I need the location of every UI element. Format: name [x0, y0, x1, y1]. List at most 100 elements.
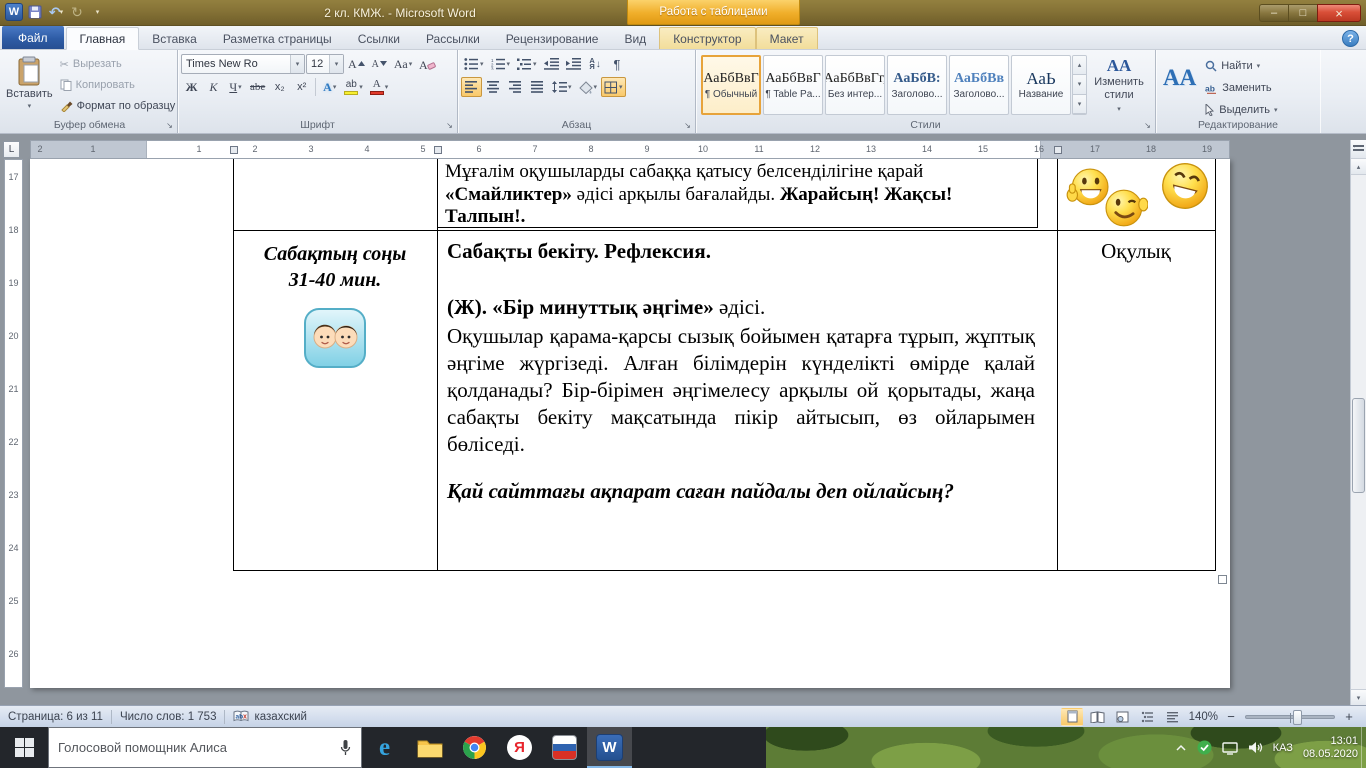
clipboard-dialog-launcher[interactable]: ↘ [164, 120, 175, 131]
tab-insert[interactable]: Вставка [139, 28, 210, 49]
find-button[interactable]: Найти ▾ [1201, 56, 1281, 76]
font-dialog-launcher[interactable]: ↘ [444, 120, 455, 131]
clear-formatting-button[interactable]: А [416, 54, 439, 74]
microphone-icon[interactable] [339, 739, 352, 756]
draft-view-button[interactable] [1161, 708, 1183, 726]
align-left-button[interactable] [461, 77, 482, 97]
show-desktop-button[interactable] [1361, 727, 1366, 768]
scrollbar-thumb[interactable] [1352, 398, 1365, 493]
bold-button[interactable]: Ж [181, 77, 202, 97]
bullets-button[interactable]: ▾ [461, 54, 487, 74]
antivirus-shield-icon[interactable] [1197, 740, 1212, 755]
table-column-marker[interactable] [434, 146, 442, 154]
format-painter-button[interactable]: Формат по образцу [56, 96, 180, 116]
scroll-down-button[interactable]: ▾ [1351, 689, 1366, 705]
style-heading2[interactable]: АаБбВв Заголово... [949, 55, 1009, 115]
decrease-indent-button[interactable] [541, 54, 562, 74]
style-title[interactable]: АаЬ Название [1011, 55, 1071, 115]
borders-button[interactable]: ▾ [601, 77, 626, 97]
style-table-paragraph[interactable]: АаБбВвГ ¶ Table Pa... [763, 55, 823, 115]
taskbar-chrome-button[interactable] [452, 727, 497, 768]
hidden-icons-chevron[interactable] [1175, 744, 1187, 752]
strikethrough-button[interactable]: abe [247, 77, 268, 97]
start-button[interactable] [0, 727, 48, 768]
taskbar-explorer-button[interactable] [407, 727, 452, 768]
copy-button[interactable]: Копировать [56, 75, 180, 95]
zoom-in-button[interactable]: + [1342, 709, 1356, 724]
tab-stop-selector[interactable]: L [3, 141, 20, 158]
underline-button[interactable]: Ч▾ [225, 77, 246, 97]
tab-page-layout[interactable]: Разметка страницы [210, 28, 345, 49]
tab-view[interactable]: Вид [611, 28, 659, 49]
select-button[interactable]: Выделить ▾ [1201, 100, 1281, 120]
multilevel-list-button[interactable]: ▾ [514, 54, 540, 74]
qat-customize-button[interactable]: ▾ [89, 2, 107, 22]
line-spacing-button[interactable]: ▾ [549, 77, 575, 97]
vertical-scrollbar[interactable]: ▴ ▾ [1350, 140, 1366, 705]
superscript-button[interactable]: x² [291, 77, 312, 97]
question-line[interactable]: Қай сайттағы ақпарат саған пайдалы деп о… [447, 479, 954, 504]
numbering-button[interactable]: 123▾ [488, 54, 514, 74]
tab-mailings[interactable]: Рассылки [413, 28, 493, 49]
minimize-button[interactable]: – [1259, 4, 1288, 22]
page-indicator[interactable]: Страница: 6 из 11 [0, 706, 111, 727]
taskbar-app-button[interactable] [542, 727, 587, 768]
style-normal[interactable]: АаБбВвГ ¶ Обычный [701, 55, 761, 115]
justify-button[interactable] [527, 77, 548, 97]
zoom-out-button[interactable]: − [1224, 709, 1238, 724]
resources-cell[interactable]: Оқулық [1058, 239, 1214, 264]
network-icon[interactable] [1222, 741, 1238, 755]
taskbar-word-button[interactable]: W [587, 727, 632, 768]
stage-cell[interactable]: Сабақтың соңы 31-40 мин. [234, 241, 436, 376]
print-layout-view-button[interactable] [1061, 708, 1083, 726]
table-border[interactable] [437, 159, 438, 571]
subscript-button[interactable]: x₂ [269, 77, 290, 97]
cut-button[interactable]: ✂ Вырезать [56, 54, 180, 74]
table-border[interactable] [1057, 159, 1058, 571]
outline-view-button[interactable] [1136, 708, 1158, 726]
align-center-button[interactable] [483, 77, 504, 97]
smiley-images[interactable] [1066, 159, 1221, 231]
taskbar-search[interactable]: Голосовой помощник Алиса [48, 727, 362, 768]
replace-button[interactable]: ab Заменить [1201, 78, 1281, 98]
taskbar-clock[interactable]: 13:01 08.05.2020 [1303, 735, 1358, 761]
scroll-up-button[interactable]: ▴ [1351, 159, 1366, 175]
tab-file[interactable]: Файл [2, 26, 64, 49]
body-paragraph[interactable]: Оқушылар қарама-қарсы сызық бойымен қата… [447, 323, 1035, 458]
highlight-button[interactable]: ab▾ [341, 77, 366, 97]
reflection-heading[interactable]: Сабақты бекіту. Рефлексия. [447, 239, 711, 264]
align-right-button[interactable] [505, 77, 526, 97]
italic-button[interactable]: К [203, 77, 224, 97]
language-switcher[interactable]: КАЗ [1273, 742, 1293, 754]
word-app-icon[interactable]: W [5, 3, 23, 21]
text-effects-button[interactable]: А▾ [319, 77, 340, 97]
method-line[interactable]: (Ж). «Бір минуттық әңгіме» әдісі. [447, 295, 765, 320]
table-resize-handle[interactable] [1218, 575, 1227, 584]
shrink-font-button[interactable]: А [369, 54, 390, 74]
tab-table-layout[interactable]: Макет [756, 27, 818, 49]
document-page[interactable]: Мұғалім оқушыларды сабаққа қатысу белсен… [30, 159, 1230, 688]
show-marks-button[interactable]: ¶ [607, 54, 628, 74]
taskbar-ie-button[interactable]: e [362, 727, 407, 768]
zoom-slider-thumb[interactable] [1293, 710, 1302, 725]
table-column-marker[interactable] [230, 146, 238, 154]
font-name-combo[interactable]: Times New Ro ▾ [181, 54, 305, 74]
maximize-button[interactable]: □ [1288, 4, 1317, 22]
taskbar-yandex-button[interactable]: Я [497, 727, 542, 768]
shading-button[interactable]: ▾ [576, 77, 601, 97]
word-count[interactable]: Число слов: 1 753 [112, 706, 225, 727]
save-button[interactable] [26, 2, 44, 22]
volume-icon[interactable] [1248, 741, 1263, 754]
tab-review[interactable]: Рецензирование [493, 28, 612, 49]
grow-font-button[interactable]: А [345, 54, 368, 74]
assessment-paragraph[interactable]: Мұғалім оқушыларды сабаққа қатысу белсен… [445, 161, 1010, 229]
tab-home[interactable]: Главная [66, 27, 140, 50]
fullscreen-reading-view-button[interactable] [1086, 708, 1108, 726]
tab-references[interactable]: Ссылки [345, 28, 413, 49]
repeat-button[interactable]: ↻ [68, 2, 86, 22]
gallery-scroll-up-button[interactable]: ▴ [1073, 56, 1086, 75]
zoom-level[interactable]: 140% [1186, 711, 1218, 723]
font-size-combo[interactable]: 12 ▾ [306, 54, 344, 74]
change-styles-button[interactable]: АА Изменить стили ▾ [1087, 52, 1151, 117]
paragraph-dialog-launcher[interactable]: ↘ [682, 120, 693, 131]
